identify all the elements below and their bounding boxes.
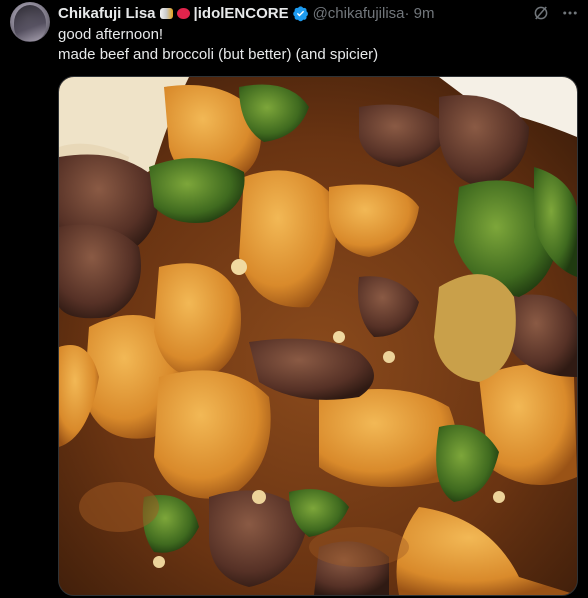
food-photo xyxy=(59,77,577,595)
post-header: Chikafuji Lisa | idolENCORE @chikafujili… xyxy=(58,3,435,23)
author-name[interactable]: Chikafuji Lisa xyxy=(58,5,156,22)
bird-emoji-icon xyxy=(159,7,173,19)
verified-badge-icon xyxy=(292,5,308,21)
author-handle[interactable]: @chikafujilisa xyxy=(313,5,405,22)
author-org[interactable]: idolENCORE xyxy=(198,5,289,22)
post-time[interactable]: · 9m xyxy=(405,5,435,22)
more-options-icon[interactable] xyxy=(560,4,580,22)
heart-emoji-icon xyxy=(176,7,190,19)
post-image[interactable] xyxy=(58,76,578,596)
avatar[interactable] xyxy=(10,2,50,42)
grok-icon[interactable] xyxy=(532,4,550,22)
post-text-line: made beef and broccoli (but better) (and… xyxy=(58,46,379,63)
post-text: good afternoon! made beef and broccoli (… xyxy=(58,25,378,65)
post-text-line: good afternoon! xyxy=(58,26,164,43)
avatar-image xyxy=(14,5,46,41)
